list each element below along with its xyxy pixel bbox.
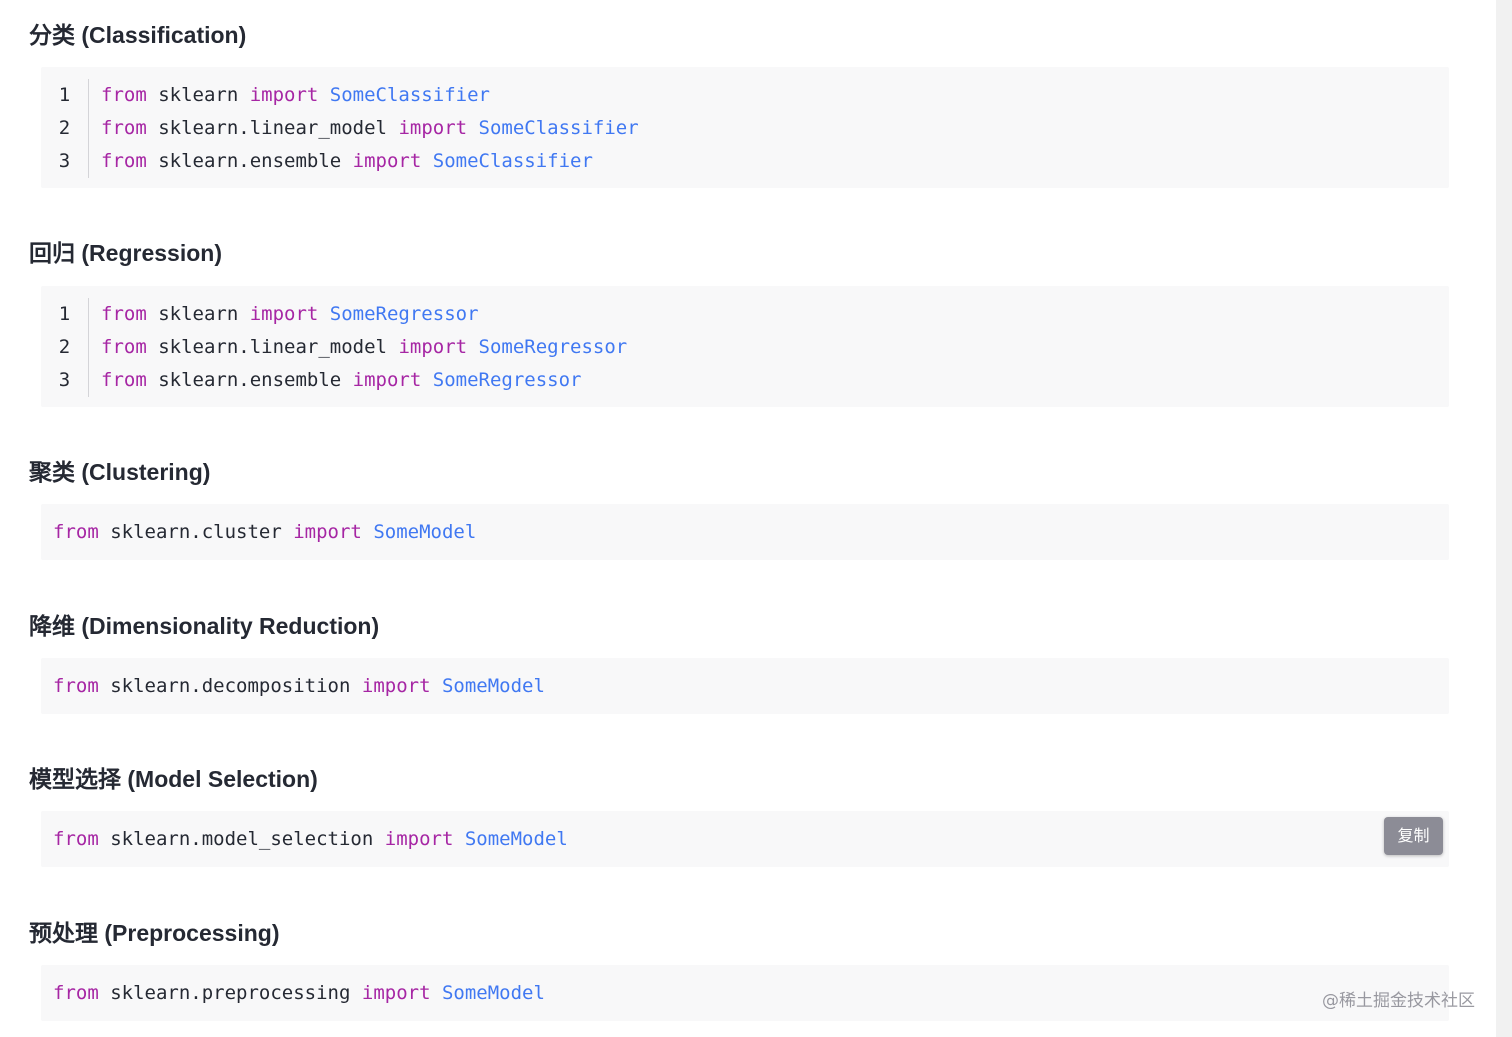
section-heading-dimensionality-reduction: 降维 (Dimensionality Reduction) — [29, 613, 380, 639]
imported-name: SomeRegressor — [467, 336, 628, 358]
keyword-from: from — [53, 521, 99, 543]
code-block-dimensionality-reduction[interactable]: from sklearn.decomposition import SomeMo… — [41, 658, 1449, 714]
code-line: 1 from sklearn import SomeRegressor — [41, 298, 627, 331]
line-number: 3 — [41, 145, 89, 178]
keyword-import: import — [249, 303, 319, 325]
keyword-from: from — [53, 675, 99, 697]
code-block-model-selection[interactable]: from sklearn.model_selection import Some… — [41, 811, 1449, 867]
module-path: sklearn.linear_model — [146, 336, 399, 358]
keyword-import: import — [384, 828, 454, 850]
imported-name: SomeRegressor — [421, 369, 582, 391]
module-path: sklearn — [146, 84, 250, 106]
keyword-import: import — [352, 150, 422, 172]
module-path: sklearn.preprocessing — [98, 982, 362, 1004]
section-heading-regression: 回归 (Regression) — [29, 240, 222, 266]
imported-name: SomeRegressor — [318, 303, 479, 325]
keyword-from: from — [101, 117, 147, 139]
code-line: 2 from sklearn.linear_model import SomeR… — [41, 331, 627, 364]
scrollbar-track[interactable] — [1496, 0, 1512, 1037]
keyword-import: import — [361, 675, 431, 697]
keyword-from: from — [101, 84, 147, 106]
line-number: 3 — [41, 364, 89, 397]
code-line: from sklearn.model_selection import Some… — [53, 811, 568, 867]
keyword-from: from — [101, 369, 147, 391]
keyword-from: from — [53, 982, 99, 1004]
imported-name: SomeModel — [430, 675, 545, 697]
code-line: 3 from sklearn.ensemble import SomeClass… — [41, 145, 639, 178]
keyword-import: import — [249, 84, 319, 106]
section-heading-clustering: 聚类 (Clustering) — [29, 459, 211, 485]
keyword-import: import — [293, 521, 362, 543]
keyword-import: import — [352, 369, 422, 391]
imported-name: SomeModel — [361, 521, 477, 543]
module-path: sklearn.ensemble — [146, 150, 353, 172]
code-block-regression[interactable]: 1 from sklearn import SomeRegressor 2 fr… — [41, 286, 1449, 407]
code-block-clustering[interactable]: from sklearn.cluster import SomeModel — [41, 504, 1449, 560]
imported-name: SomeModel — [453, 828, 568, 850]
imported-name: SomeModel — [430, 982, 545, 1004]
module-path: sklearn.model_selection — [98, 828, 385, 850]
watermark: @稀土掘金技术社区 — [1322, 991, 1475, 1011]
imported-name: SomeClassifier — [467, 117, 639, 139]
code-block-classification[interactable]: 1 from sklearn import SomeClassifier 2 f… — [41, 67, 1449, 188]
keyword-from: from — [53, 828, 99, 850]
code-line: from sklearn.decomposition import SomeMo… — [53, 658, 545, 714]
section-heading-preprocessing: 预处理 (Preprocessing) — [29, 920, 280, 946]
code-line: from sklearn.preprocessing import SomeMo… — [53, 965, 545, 1021]
module-path: sklearn.ensemble — [146, 369, 353, 391]
line-number: 2 — [41, 331, 89, 364]
keyword-import: import — [361, 982, 431, 1004]
keyword-from: from — [101, 336, 147, 358]
module-path: sklearn.cluster — [98, 521, 294, 543]
module-path: sklearn.linear_model — [146, 117, 399, 139]
copy-button[interactable]: 复制 — [1384, 817, 1443, 855]
keyword-import: import — [398, 117, 468, 139]
code-line: 2 from sklearn.linear_model import SomeC… — [41, 112, 639, 145]
code-line: from sklearn.cluster import SomeModel — [53, 504, 476, 560]
code-line: 1 from sklearn import SomeClassifier — [41, 79, 639, 112]
imported-name: SomeClassifier — [421, 150, 593, 172]
module-path: sklearn.decomposition — [98, 675, 362, 697]
module-path: sklearn — [146, 303, 250, 325]
line-number: 1 — [41, 298, 89, 331]
section-heading-classification: 分类 (Classification) — [29, 22, 247, 48]
line-number: 2 — [41, 112, 89, 145]
code-line: 3 from sklearn.ensemble import SomeRegre… — [41, 364, 627, 397]
keyword-import: import — [398, 336, 468, 358]
keyword-from: from — [101, 150, 147, 172]
keyword-from: from — [101, 303, 147, 325]
section-heading-model-selection: 模型选择 (Model Selection) — [29, 766, 318, 792]
line-number: 1 — [41, 79, 89, 112]
imported-name: SomeClassifier — [318, 84, 490, 106]
code-block-preprocessing[interactable]: from sklearn.preprocessing import SomeMo… — [41, 965, 1449, 1021]
